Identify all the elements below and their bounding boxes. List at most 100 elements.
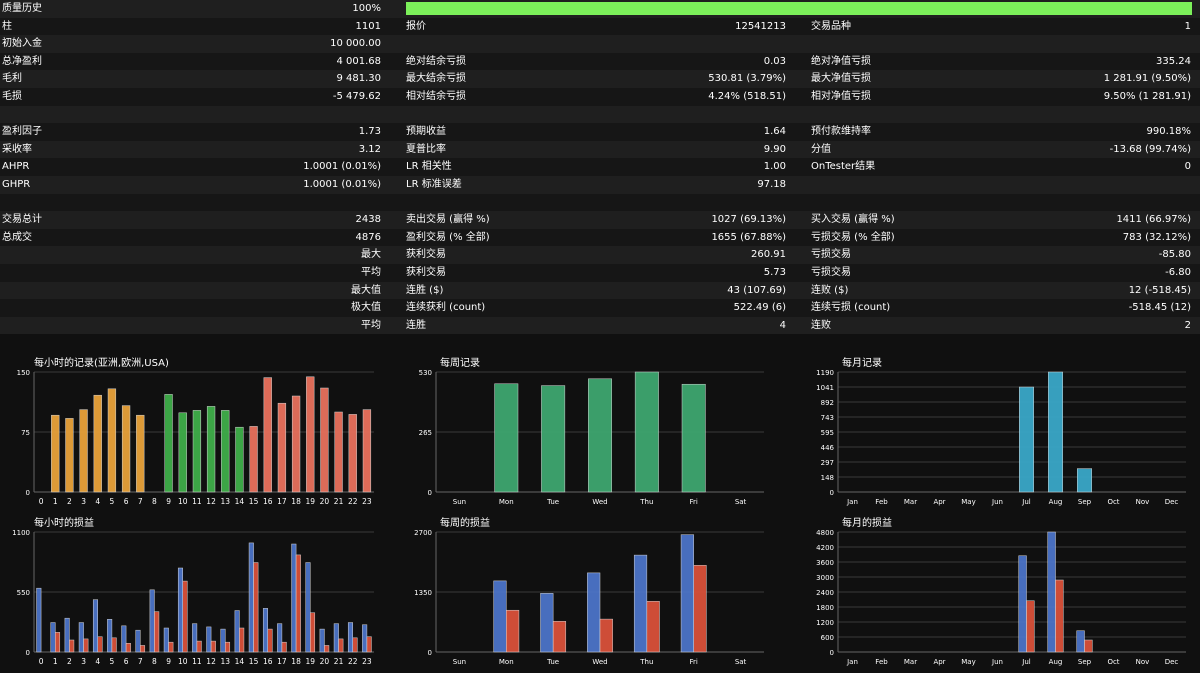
loss-bar <box>225 641 231 653</box>
profit-bar <box>633 554 648 653</box>
stat-label: 预期收益 <box>406 126 446 138</box>
bar <box>334 411 343 493</box>
profit-bar <box>540 593 554 653</box>
x-tick-label: 11 <box>192 657 202 666</box>
y-tick-label: 0 <box>830 649 834 657</box>
profit-bar <box>36 587 42 653</box>
stats-row: 交易总计 2438 卖出交易 (赢得 %) 1027 (69.13%) 买入交易 (赢得… <box>0 211 1200 229</box>
loss-bar <box>338 638 344 653</box>
y-tick-label: 0 <box>428 489 432 497</box>
stats-row: 最大 获利交易 260.91 亏损交易 -85.80 <box>0 246 1200 264</box>
stat-label: 相对结余亏损 <box>406 91 466 102</box>
profit-bar <box>192 623 198 653</box>
x-tick-label: 3 <box>81 657 86 666</box>
stat-value: 1.0001 (0.01%) <box>303 179 381 190</box>
stat-value <box>200 194 381 212</box>
loss-bar <box>295 554 301 653</box>
y-tick-label: 150 <box>17 369 30 377</box>
loss-bar <box>83 638 89 653</box>
x-tick-label: Jun <box>991 498 1003 506</box>
x-tick-label: 17 <box>277 497 287 506</box>
x-tick-label: 23 <box>362 657 372 666</box>
bar <box>681 383 706 493</box>
stat-label: LR 相关性 <box>406 161 452 173</box>
bar <box>634 371 659 493</box>
bar <box>221 410 230 493</box>
profit-bar <box>121 625 127 653</box>
chart-monthly-records: 每月记录 0 148 297 446 595 743 892 1041 1190 Jan Feb Mar… <box>812 352 1192 512</box>
stat-value: 4876 <box>355 231 381 243</box>
stat-value <box>560 35 786 53</box>
y-tick-label: 2700 <box>414 529 432 537</box>
stat-label: 获利交易 <box>406 249 446 261</box>
y-tick-label: 1200 <box>816 619 834 627</box>
chart-plot: 0 600 1200 1800 2400 3000 3600 4200 4800 Jan Feb Ma… <box>816 529 1186 666</box>
y-tick-label: 0 <box>26 649 30 657</box>
loss-bar <box>182 580 188 653</box>
profit-bar <box>680 534 694 653</box>
profit-bar <box>1047 531 1056 653</box>
profit-bar <box>362 624 368 653</box>
profit-bar <box>1076 630 1085 653</box>
stats-row: 平均 获利交易 5.73 亏损交易 -6.80 <box>0 264 1200 282</box>
y-tick-label: 1100 <box>12 529 30 537</box>
stat-label: 柱 <box>2 20 12 32</box>
stats-row: 毛损 -5 479.62 相对结余亏损 4.24% (518.51) 相对净值亏损 9.5… <box>0 88 1200 106</box>
stat-label: 预付款维持率 <box>811 126 871 138</box>
stat-label: 报价 <box>406 20 426 32</box>
x-tick-label: 21 <box>334 497 344 506</box>
y-tick-label: 892 <box>821 399 834 407</box>
x-tick-label: 13 <box>220 657 230 666</box>
stat-value: 4 <box>779 319 786 331</box>
stat-value <box>200 106 381 124</box>
profit-bar <box>163 627 169 653</box>
y-tick-label: 1350 <box>414 589 432 597</box>
loss-bar <box>506 609 520 653</box>
x-tick-label: 18 <box>291 497 301 506</box>
bar <box>79 409 88 493</box>
loss-bar <box>281 641 287 653</box>
loss-bar <box>552 621 567 653</box>
stats-row: 盈利因子 1.73 预期收益 1.64 预付款维持率 990.18% <box>0 123 1200 141</box>
stat-label: 最大结余亏损 <box>406 73 466 85</box>
x-tick-label: Apr <box>933 498 945 506</box>
x-tick-label: 11 <box>192 497 202 506</box>
bar <box>1077 468 1092 493</box>
profit-bar <box>262 608 268 653</box>
y-tick-label: 3000 <box>816 574 834 582</box>
x-tick-label: Fri <box>690 658 698 666</box>
stat-value: 4 001.68 <box>336 55 381 67</box>
x-tick-label: 16 <box>263 497 273 506</box>
x-tick-label: Feb <box>875 658 888 666</box>
x-tick-label: Dec <box>1165 658 1179 666</box>
x-tick-label: 10 <box>178 657 188 666</box>
y-tick-label: 550 <box>17 589 30 597</box>
loss-bar <box>599 618 613 653</box>
bar <box>291 395 301 493</box>
x-tick-label: 15 <box>249 657 259 666</box>
x-tick-label: 13 <box>220 497 230 506</box>
stat-label: 夏普比率 <box>406 143 446 155</box>
stat-label: 总净盈利 <box>2 55 42 67</box>
stat-value: -5 479.62 <box>332 91 381 102</box>
stat-value: 1 281.91 (9.50%) <box>1103 73 1191 85</box>
stat-value: 1411 (66.97%) <box>1116 214 1191 226</box>
x-tick-label: Sep <box>1078 498 1092 506</box>
stat-value: 783 (32.12%) <box>1122 231 1191 243</box>
x-tick-label: 8 <box>152 657 157 666</box>
x-tick-label: Mon <box>499 658 514 666</box>
bar <box>65 418 74 493</box>
x-tick-label: 6 <box>124 497 129 506</box>
y-tick-label: 1041 <box>816 384 834 392</box>
profit-bar <box>291 543 297 653</box>
x-tick-label: 2 <box>67 657 72 666</box>
x-tick-label: Sun <box>453 658 466 666</box>
stat-label: 连胜 ($) <box>406 284 444 296</box>
stat-label: LR 标准误差 <box>406 179 462 190</box>
loss-bar <box>1055 579 1064 653</box>
x-tick-label: 15 <box>249 497 259 506</box>
x-tick-label: 1 <box>53 497 58 506</box>
y-tick-label: 1800 <box>816 604 834 612</box>
loss-bar <box>1026 600 1035 653</box>
x-tick-label: 0 <box>39 657 44 666</box>
